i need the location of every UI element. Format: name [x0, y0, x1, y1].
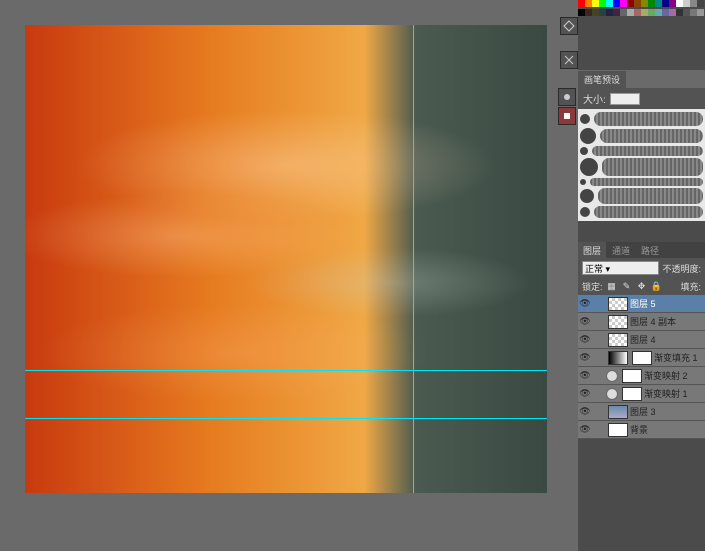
blend-mode-select[interactable]: 正常 ▾	[582, 261, 659, 275]
canvas-workspace[interactable]	[0, 0, 578, 551]
brush-preset-item[interactable]	[580, 111, 703, 127]
adjustment-icon[interactable]	[606, 370, 618, 382]
layer-list: 👁 图层 5 👁 图层 4 副本 👁 图层 4 👁	[578, 295, 705, 439]
brush-option-icon[interactable]	[558, 88, 576, 106]
lock-transparency-icon[interactable]: ▦	[606, 281, 618, 293]
visibility-eye-icon[interactable]: 👁	[578, 331, 592, 349]
brush-preset-item[interactable]	[580, 127, 703, 145]
brush-preset-item[interactable]	[580, 157, 703, 177]
layers-panel-tabs: 图层 通道 路径	[578, 242, 705, 258]
brush-list[interactable]	[578, 109, 705, 221]
layer-row[interactable]: 👁 图层 4	[578, 331, 705, 349]
layer-mask-thumbnail[interactable]	[622, 387, 642, 401]
lock-label: 锁定:	[582, 280, 603, 293]
layer-thumbnail[interactable]	[608, 351, 628, 365]
brush-presets-tab[interactable]: 画笔预设	[578, 71, 626, 88]
layer-name-label[interactable]: 渐变填充 1	[654, 351, 703, 364]
right-panel-dock: 画笔预设 大小: 图层 通道 路径 正常 ▾ 不透明度: 锁定: ▦	[578, 0, 705, 551]
layer-name-label[interactable]: 渐变映射 2	[644, 369, 703, 382]
layer-thumbnail[interactable]	[608, 405, 628, 419]
visibility-eye-icon[interactable]: 👁	[578, 313, 592, 331]
visibility-eye-icon[interactable]: 👁	[578, 295, 592, 313]
brush-preset-item[interactable]	[580, 187, 703, 205]
color-swatches-panel[interactable]	[578, 0, 705, 18]
layer-name-label[interactable]: 图层 4 副本	[630, 315, 703, 328]
layers-panel: 图层 通道 路径 正常 ▾ 不透明度: 锁定: ▦ ✎ ✥ 🔒 填充: 👁 图层…	[578, 242, 705, 439]
brush-preset-item[interactable]	[580, 205, 703, 219]
settings-tool-icon[interactable]	[560, 51, 578, 69]
layer-name-label[interactable]: 图层 5	[630, 297, 703, 310]
layer-name-label[interactable]: 渐变映射 1	[644, 387, 703, 400]
visibility-eye-icon[interactable]: 👁	[578, 367, 592, 385]
brush-preset-item[interactable]	[580, 177, 703, 187]
layer-row[interactable]: 👁 渐变填充 1	[578, 349, 705, 367]
tab-layers[interactable]: 图层	[578, 242, 606, 258]
visibility-eye-icon[interactable]: 👁	[578, 421, 592, 439]
brush-panel-tabs: 画笔预设	[578, 70, 705, 88]
layer-thumbnail[interactable]	[608, 423, 628, 437]
visibility-eye-icon[interactable]: 👁	[578, 385, 592, 403]
layer-name-label[interactable]: 图层 3	[630, 405, 703, 418]
visibility-eye-icon[interactable]: 👁	[578, 349, 592, 367]
brush-option-active-icon[interactable]	[558, 107, 576, 125]
layer-mask-thumbnail[interactable]	[622, 369, 642, 383]
brush-size-label: 大小:	[583, 91, 606, 106]
layer-thumbnail[interactable]	[608, 315, 628, 329]
document-canvas[interactable]	[25, 25, 547, 493]
layer-mask-thumbnail[interactable]	[632, 351, 652, 365]
layer-row[interactable]: 👁 图层 3	[578, 403, 705, 421]
brush-size-input[interactable]	[610, 93, 640, 105]
brush-preset-item[interactable]	[580, 145, 703, 157]
image-content	[25, 25, 547, 493]
guide-vertical[interactable]	[413, 25, 414, 493]
layer-name-label[interactable]: 背景	[630, 423, 703, 436]
layer-row[interactable]: 👁 渐变映射 2	[578, 367, 705, 385]
layer-row[interactable]: 👁 图层 4 副本	[578, 313, 705, 331]
fill-label: 填充:	[680, 280, 701, 293]
tab-paths[interactable]: 路径	[636, 242, 664, 258]
visibility-eye-icon[interactable]: 👁	[578, 403, 592, 421]
lock-all-icon[interactable]: 🔒	[651, 281, 663, 293]
lock-move-icon[interactable]: ✥	[636, 281, 648, 293]
opacity-label: 不透明度:	[662, 262, 701, 275]
layer-row[interactable]: 👁 图层 5	[578, 295, 705, 313]
tab-channels[interactable]: 通道	[607, 242, 635, 258]
adjustment-icon[interactable]	[606, 388, 618, 400]
layer-row[interactable]: 👁 渐变映射 1	[578, 385, 705, 403]
layer-name-label[interactable]: 图层 4	[630, 333, 703, 346]
lock-paint-icon[interactable]: ✎	[621, 281, 633, 293]
brush-presets-panel: 画笔预设 大小:	[578, 70, 705, 221]
guide-horizontal-2[interactable]	[25, 418, 547, 419]
layer-thumbnail[interactable]	[608, 333, 628, 347]
layer-thumbnail[interactable]	[608, 297, 628, 311]
guide-horizontal-1[interactable]	[25, 370, 547, 371]
layer-row[interactable]: 👁 背景	[578, 421, 705, 439]
ruler-tool-icon[interactable]	[560, 17, 578, 35]
